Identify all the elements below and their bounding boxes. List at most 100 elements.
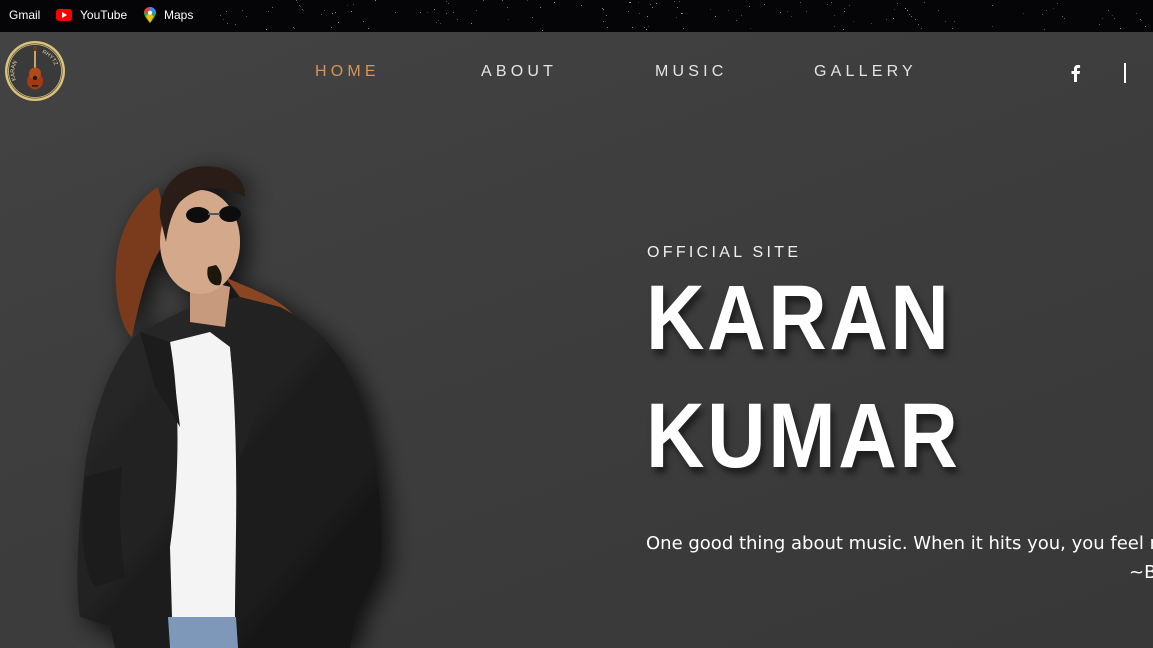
star — [332, 13, 333, 14]
star — [427, 12, 428, 13]
site-logo[interactable]: KARAN RHYTZ — [4, 40, 66, 102]
star — [227, 23, 228, 24]
star — [1120, 28, 1121, 29]
star — [921, 28, 922, 29]
star — [630, 2, 631, 3]
star — [1102, 18, 1103, 19]
star — [395, 12, 396, 13]
star — [831, 2, 832, 3]
star — [749, 6, 750, 7]
star — [647, 16, 648, 17]
star — [911, 16, 912, 17]
star — [242, 10, 243, 11]
star — [434, 9, 435, 10]
star — [603, 21, 604, 22]
star — [606, 15, 607, 16]
star — [297, 2, 298, 3]
hero-quote-author: ~Bob Marley — [1129, 562, 1153, 583]
star — [1057, 3, 1058, 4]
star — [679, 1, 680, 2]
star — [915, 19, 916, 20]
star — [893, 18, 894, 19]
star — [648, 26, 649, 27]
facebook-link[interactable] — [1069, 64, 1083, 82]
star — [266, 29, 267, 30]
star — [844, 11, 845, 12]
bookmarks-bar: Gmail YouTube Maps — [0, 0, 1153, 32]
nav-gallery[interactable]: GALLERY — [814, 62, 917, 82]
nav-about[interactable]: ABOUT — [481, 62, 557, 82]
star — [440, 23, 441, 24]
star — [246, 16, 247, 17]
star — [446, 13, 447, 14]
star — [338, 22, 339, 23]
star — [992, 26, 993, 27]
star — [924, 2, 925, 3]
star — [639, 13, 640, 14]
star — [1053, 8, 1054, 9]
star — [629, 2, 630, 3]
star — [628, 11, 629, 12]
star — [1114, 18, 1115, 19]
star — [446, 1, 447, 2]
bookmark-gmail[interactable]: Gmail — [9, 6, 40, 24]
star — [945, 21, 946, 22]
star — [834, 15, 835, 16]
star — [827, 4, 828, 5]
star — [644, 27, 645, 28]
star — [907, 10, 908, 11]
star — [507, 7, 508, 8]
star — [800, 2, 801, 3]
star — [656, 3, 657, 4]
star — [226, 11, 227, 12]
star — [581, 5, 582, 6]
star — [436, 22, 437, 23]
star — [502, 0, 503, 1]
bookmark-maps-label: Maps — [164, 8, 194, 22]
star — [272, 7, 273, 8]
bookmark-maps[interactable]: Maps — [144, 6, 193, 24]
star — [1023, 13, 1024, 14]
star — [806, 11, 807, 12]
nav-home[interactable]: HOME — [315, 62, 380, 82]
star — [1044, 29, 1045, 30]
star — [296, 0, 297, 1]
star — [368, 28, 369, 29]
star — [1145, 26, 1146, 27]
star — [1046, 10, 1047, 11]
star — [331, 27, 332, 28]
star — [1136, 13, 1137, 14]
star — [1099, 24, 1100, 25]
star — [223, 19, 224, 20]
star — [532, 17, 533, 18]
star — [780, 12, 781, 13]
guitar-logo-icon: KARAN RHYTZ — [5, 41, 65, 101]
star — [324, 10, 325, 11]
star — [453, 12, 454, 13]
star — [897, 3, 898, 4]
star — [952, 28, 953, 29]
star — [844, 8, 845, 9]
star — [938, 10, 939, 11]
star — [335, 12, 336, 13]
star — [676, 17, 677, 18]
star — [710, 9, 711, 10]
star — [448, 3, 449, 4]
youtube-icon — [56, 9, 72, 21]
nav-music[interactable]: MUSIC — [655, 62, 728, 82]
star — [321, 14, 322, 15]
star — [540, 7, 541, 8]
star — [353, 4, 354, 5]
star — [750, 28, 751, 29]
star — [457, 19, 458, 20]
star — [294, 28, 295, 29]
star — [375, 0, 376, 1]
star — [527, 0, 528, 1]
artist-portrait — [77, 166, 382, 648]
star — [632, 27, 633, 28]
bookmark-youtube[interactable]: YouTube — [56, 6, 127, 24]
star — [787, 11, 788, 12]
website-page: KARAN RHYTZ HOME ABOUT MUSIC GALLERY OFF… — [0, 32, 1153, 648]
star — [351, 11, 352, 12]
star — [849, 5, 850, 6]
